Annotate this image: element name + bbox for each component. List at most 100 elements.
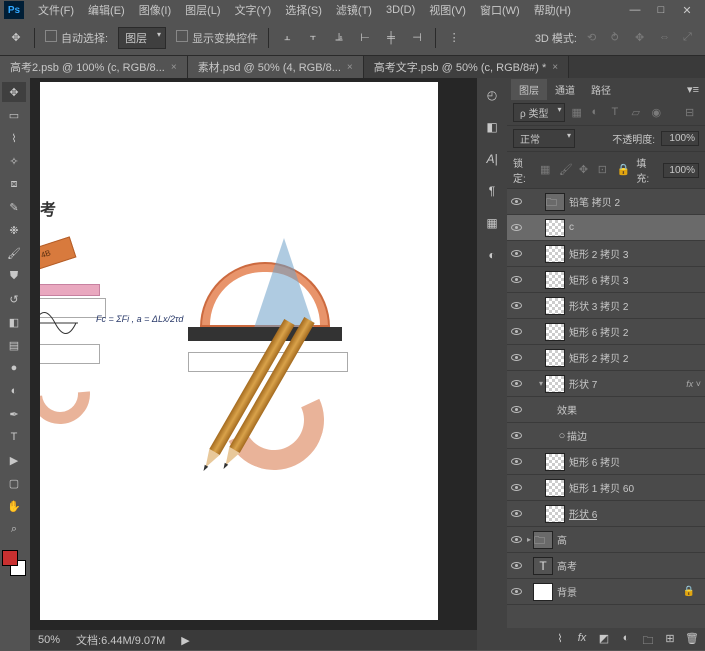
align-bottom-icon[interactable]: ⫡: [331, 30, 347, 46]
foreground-color[interactable]: [2, 550, 18, 566]
canvas-viewport[interactable]: 考 4B Fc = ΣFi , a = ΔLx/2τd: [30, 78, 477, 630]
healing-tool[interactable]: ❉: [2, 220, 26, 240]
layer-row[interactable]: 效果: [507, 397, 705, 423]
layer-row[interactable]: c: [507, 215, 705, 241]
close-icon[interactable]: ×: [552, 62, 558, 73]
lock-artboard-icon[interactable]: ⊡: [598, 163, 611, 177]
visibility-toggle[interactable]: [507, 397, 525, 423]
layer-row[interactable]: ▸🗀高: [507, 527, 705, 553]
close-icon[interactable]: ×: [347, 62, 353, 73]
visibility-toggle[interactable]: [507, 241, 525, 267]
visibility-toggle[interactable]: [507, 267, 525, 293]
status-arrow-icon[interactable]: ▶: [181, 634, 189, 647]
layer-row[interactable]: 形状 3 拷贝 2: [507, 293, 705, 319]
align-vcenter-icon[interactable]: ⫟: [305, 30, 321, 46]
close-icon[interactable]: ×: [171, 62, 177, 73]
filter-shape-icon[interactable]: ▱: [631, 106, 645, 120]
visibility-toggle[interactable]: [507, 345, 525, 371]
menu-type[interactable]: 文字(Y): [229, 0, 278, 20]
visibility-toggle[interactable]: [507, 501, 525, 527]
tab-gaokao2[interactable]: 高考2.psb @ 100% (c, RGB/8...×: [0, 56, 188, 78]
marquee-tool[interactable]: ▭: [2, 105, 26, 125]
path-select-tool[interactable]: ▶: [2, 450, 26, 470]
type-tool[interactable]: T: [2, 427, 26, 447]
menu-select[interactable]: 选择(S): [279, 0, 328, 20]
layer-name[interactable]: 高考: [557, 558, 577, 573]
layer-row[interactable]: 矩形 2 拷贝 3: [507, 241, 705, 267]
layer-name[interactable]: 矩形 6 拷贝: [569, 454, 620, 469]
magic-wand-tool[interactable]: ✧: [2, 151, 26, 171]
align-left-icon[interactable]: ⊢: [357, 30, 373, 46]
history-panel-icon[interactable]: ◴: [483, 86, 501, 104]
pan-icon[interactable]: ✥: [635, 31, 649, 45]
layer-row[interactable]: 矩形 6 拷贝 2: [507, 319, 705, 345]
filter-adjust-icon[interactable]: ◐: [591, 106, 605, 120]
minimize-button[interactable]: —: [629, 4, 641, 17]
close-button[interactable]: ✕: [681, 4, 693, 17]
hand-tool[interactable]: ✋: [2, 496, 26, 516]
blur-tool[interactable]: ●: [2, 358, 26, 378]
align-top-icon[interactable]: ⫠: [279, 30, 295, 46]
lock-position-icon[interactable]: ✥: [579, 163, 592, 177]
lock-all-icon[interactable]: 🔒: [617, 163, 631, 177]
layer-name[interactable]: 矩形 1 拷贝 60: [569, 480, 634, 495]
zoom-tool[interactable]: ⌕: [2, 519, 26, 539]
filter-kind-dropdown[interactable]: ρ 类型: [513, 103, 565, 122]
layer-name[interactable]: 矩形 6 拷贝 2: [569, 324, 628, 339]
layer-row[interactable]: 矩形 6 拷贝 3: [507, 267, 705, 293]
lock-brush-icon[interactable]: 🖌: [559, 163, 573, 177]
fill-input[interactable]: 100%: [663, 163, 699, 178]
visibility-toggle[interactable]: [507, 189, 525, 215]
layer-name[interactable]: 效果: [557, 402, 577, 417]
filter-pixel-icon[interactable]: ▦: [571, 106, 585, 120]
lasso-tool[interactable]: ⌇: [2, 128, 26, 148]
link-layers-icon[interactable]: ⌇: [553, 632, 567, 646]
crop-tool[interactable]: ⧈: [2, 174, 26, 194]
roll-icon[interactable]: ⥁: [611, 31, 625, 45]
layer-row[interactable]: T高考: [507, 553, 705, 579]
filter-smart-icon[interactable]: ◉: [651, 106, 665, 120]
filter-toggle-icon[interactable]: ⊟: [685, 106, 699, 120]
layer-row[interactable]: 矩形 6 拷贝: [507, 449, 705, 475]
eyedropper-tool[interactable]: ✎: [2, 197, 26, 217]
visibility-toggle[interactable]: [507, 527, 525, 553]
orbit-icon[interactable]: ⟲: [587, 31, 601, 45]
tab-paths[interactable]: 路径: [583, 79, 619, 100]
layer-row[interactable]: 矩形 2 拷贝 2: [507, 345, 705, 371]
layer-row[interactable]: 🗀铅笔 拷贝 2: [507, 189, 705, 215]
layer-name[interactable]: 形状 7: [569, 376, 597, 391]
layer-name[interactable]: 形状 3 拷贝 2: [569, 298, 628, 313]
layer-name[interactable]: 铅笔 拷贝 2: [569, 194, 620, 209]
brush-tool[interactable]: 🖌: [2, 243, 26, 263]
layer-row[interactable]: 形状 6: [507, 501, 705, 527]
layer-name[interactable]: c: [569, 222, 574, 233]
lock-pixels-icon[interactable]: ▦: [540, 163, 553, 177]
tab-sucai[interactable]: 素材.psd @ 50% (4, RGB/8...×: [188, 56, 364, 78]
zoom-level[interactable]: 50%: [38, 634, 60, 646]
paragraph-panel-icon[interactable]: ¶: [483, 182, 501, 200]
layer-style-icon[interactable]: fx: [575, 632, 589, 646]
layer-row[interactable]: 背景🔒: [507, 579, 705, 605]
visibility-toggle[interactable]: [507, 449, 525, 475]
expand-arrow-icon[interactable]: ▸: [525, 535, 533, 544]
color-panel-icon[interactable]: ◧: [483, 118, 501, 136]
tab-channels[interactable]: 通道: [547, 79, 583, 100]
blend-mode-dropdown[interactable]: 正常: [513, 129, 575, 148]
maximize-button[interactable]: □: [655, 4, 667, 17]
visibility-toggle[interactable]: [507, 293, 525, 319]
align-hcenter-icon[interactable]: ╪: [383, 30, 399, 46]
new-group-icon[interactable]: 🗀: [641, 632, 655, 646]
shape-tool[interactable]: ▢: [2, 473, 26, 493]
scale-icon[interactable]: ⤢: [683, 31, 697, 45]
visibility-toggle[interactable]: [507, 553, 525, 579]
visibility-toggle[interactable]: [507, 475, 525, 501]
eraser-tool[interactable]: ◧: [2, 312, 26, 332]
new-layer-icon[interactable]: ⊞: [663, 632, 677, 646]
menu-filter[interactable]: 滤镜(T): [330, 0, 378, 20]
layer-name[interactable]: 高: [557, 532, 567, 547]
tab-layers[interactable]: 图层: [511, 79, 547, 100]
filter-type-icon[interactable]: T: [611, 106, 625, 120]
auto-select-toggle[interactable]: 自动选择:: [45, 30, 108, 46]
gradient-tool[interactable]: ▤: [2, 335, 26, 355]
slide-icon[interactable]: ⇔: [659, 31, 673, 45]
